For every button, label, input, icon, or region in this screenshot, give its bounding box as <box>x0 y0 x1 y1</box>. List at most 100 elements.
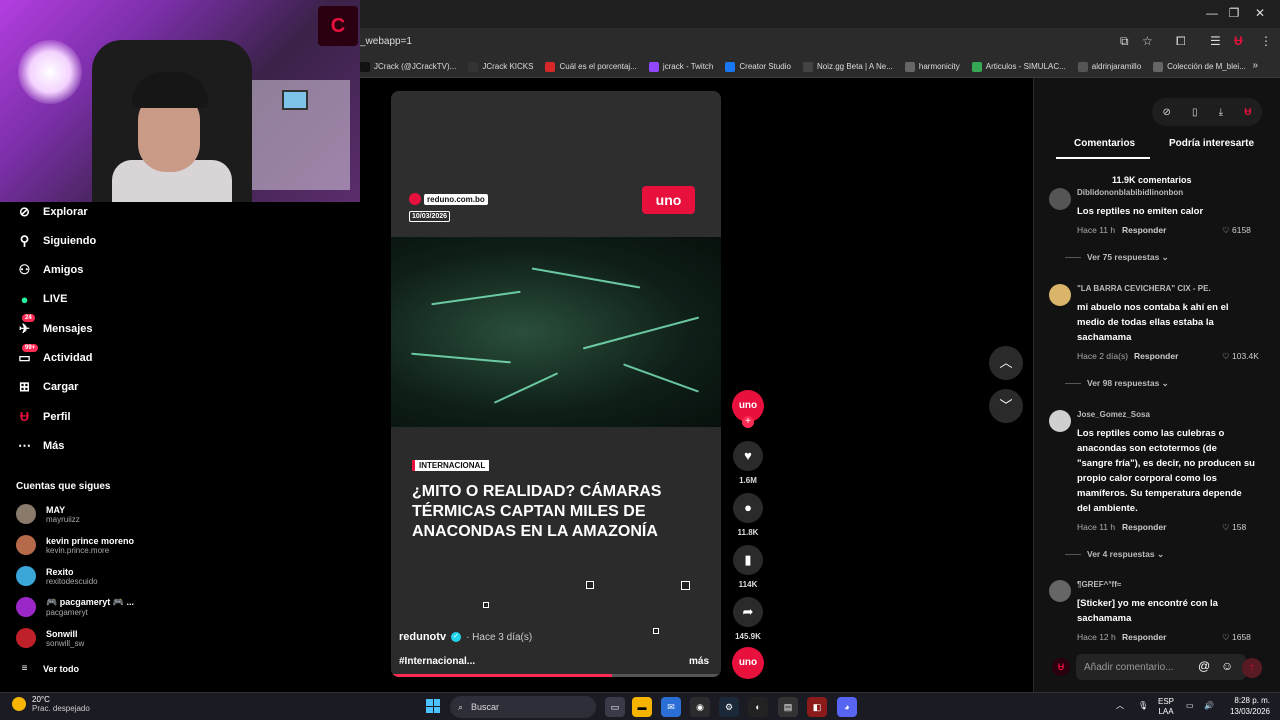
followed-account[interactable]: kevin prince moreno kevin.prince.more <box>16 535 134 555</box>
maximize-icon[interactable]: ❐ <box>1224 6 1244 20</box>
see-all-link[interactable]: ≡ Ver todo <box>16 660 79 677</box>
volume-icon[interactable]: 🔊 <box>1204 701 1214 711</box>
close-icon[interactable]: ✕ <box>1250 6 1270 20</box>
discord-icon[interactable]: ◕ <box>837 697 857 717</box>
comment-button[interactable]: ● <box>733 493 763 523</box>
sidebar-item-live[interactable]: ● LIVE <box>16 291 68 308</box>
comment-input[interactable] <box>1084 659 1189 675</box>
followed-account[interactable]: Rexito rexitodescuido <box>16 566 98 586</box>
followed-account[interactable]: MAY mayruiizz <box>16 504 80 524</box>
commenter-name[interactable]: Jose_Gomez_Sosa <box>1077 410 1150 419</box>
language-indicator[interactable]: ESP LAA <box>1158 697 1174 717</box>
bookmark-item[interactable]: Colección de M_blei... <box>1153 61 1246 72</box>
comment-icon: ● <box>744 500 752 515</box>
tray-overflow-icon[interactable]: ︿ <box>1116 701 1124 711</box>
install-app-icon[interactable]: ⧉ <box>1120 34 1129 49</box>
sidebar-item-perfil[interactable]: Ʉ Perfil <box>16 408 71 425</box>
account-icon[interactable]: Ʉ <box>1244 107 1251 118</box>
reply-button[interactable]: Responder <box>1122 522 1166 532</box>
clock[interactable]: 8:28 p. m. 13/03/2026 <box>1222 695 1270 717</box>
video-player[interactable]: reduno.com.bo 10/03/2026 uno INTERNACION… <box>391 91 721 677</box>
save-button[interactable]: ▮ <box>733 545 763 575</box>
author-name[interactable]: redunotv <box>399 631 446 643</box>
chrome-icon[interactable]: ◉ <box>690 697 710 717</box>
task-view-icon[interactable]: ▭ <box>605 697 625 717</box>
commenter-name[interactable]: ¶GREF^°ff≈ <box>1077 580 1121 589</box>
url-text[interactable]: _webapp=1 <box>360 36 412 47</box>
tab-comments[interactable]: Comentarios <box>1074 138 1135 149</box>
share-button[interactable]: ➦ <box>733 597 763 627</box>
bookmarks-overflow-icon[interactable]: » <box>1252 60 1258 71</box>
network-icon[interactable]: ▭ <box>1186 701 1194 711</box>
next-video-button[interactable]: ﹀ <box>989 389 1023 423</box>
reply-button[interactable]: Responder <box>1134 351 1178 361</box>
follow-plus-icon[interactable]: + <box>742 416 754 428</box>
tab-might-interest[interactable]: Podría interesarte <box>1169 138 1254 149</box>
commenter-avatar[interactable] <box>1049 580 1071 602</box>
view-replies-button[interactable]: Ver 4 respuestas ⌄ <box>1065 549 1164 560</box>
comment-like-button[interactable]: ♡ 6158 <box>1222 225 1251 236</box>
emoji-icon[interactable]: ☺ <box>1221 659 1233 673</box>
app-icon[interactable]: ▤ <box>778 697 798 717</box>
mobile-icon[interactable]: ▯ <box>1192 107 1198 118</box>
followed-account[interactable]: 🎮 pacgameryt 🎮 ... pacgameryt <box>16 597 134 617</box>
editor-icon[interactable]: ◧ <box>807 697 827 717</box>
commenter-name[interactable]: "LA BARRA CEVICHERA" CIX - PE. <box>1077 284 1211 293</box>
star-icon[interactable]: ☆ <box>1142 34 1153 48</box>
embed-icon[interactable]: ⊘ <box>1163 107 1171 118</box>
media-icon[interactable]: ☰ <box>1210 34 1221 48</box>
comment-input-box[interactable]: @ ☺ <box>1076 654 1246 680</box>
menu-icon[interactable]: ⋮ <box>1260 34 1272 48</box>
author-row[interactable]: redunotv ✓ · Hace 3 día(s) <box>399 631 532 643</box>
sidebar-item-más[interactable]: ⋯ Más <box>16 437 64 454</box>
bookmark-item[interactable]: jcrack - Twitch <box>648 61 713 72</box>
commenter-name[interactable]: Diblidononblabibidlinonbon <box>1077 188 1183 197</box>
mail-icon[interactable]: ✉ <box>661 697 681 717</box>
comment-like-button[interactable]: ♡ 158 <box>1222 522 1246 533</box>
commenter-avatar[interactable] <box>1049 410 1071 432</box>
bookmark-item[interactable]: aldrinjaramillo <box>1077 61 1141 72</box>
reply-button[interactable]: Responder <box>1122 225 1166 235</box>
mention-icon[interactable]: @ <box>1198 659 1210 673</box>
sidebar-item-amigos[interactable]: ⚇ Amigos <box>16 262 84 279</box>
windows-start-icon[interactable] <box>426 699 440 713</box>
sidebar-item-explorar[interactable]: ⊘ Explorar <box>16 203 88 220</box>
sidebar-item-siguiendo[interactable]: ⚲ Siguiendo <box>16 232 96 249</box>
previous-video-button[interactable]: ︿ <box>989 346 1023 380</box>
bookmark-item[interactable]: JCrack KICKS <box>468 61 533 72</box>
commenter-avatar[interactable] <box>1049 188 1071 210</box>
comment-like-button[interactable]: ♡ 103.4K <box>1222 351 1259 362</box>
taskbar-search[interactable]: ⌕ Buscar <box>450 696 596 718</box>
extensions-icon[interactable]: ⧠ <box>1176 34 1186 49</box>
video-header-area: reduno.com.bo 10/03/2026 uno <box>391 91 721 237</box>
sidebar-item-mensajes[interactable]: ✈ 24 Mensajes <box>16 314 93 337</box>
weather-widget[interactable]: 20°C Prac. despejado <box>12 695 90 713</box>
file-explorer-icon[interactable]: ▬ <box>632 697 652 717</box>
sidebar-item-actividad[interactable]: ▭ 99+ Actividad <box>16 343 93 367</box>
download-icon[interactable]: ⤓ <box>1219 107 1223 118</box>
microphone-icon[interactable]: 🎙 <box>1138 701 1148 711</box>
bookmark-item[interactable]: Noiz.gg Beta | A Ne... <box>802 61 893 72</box>
bookmark-item[interactable]: JCrack (@JCrackTV)... <box>360 61 456 72</box>
followed-account[interactable]: Sonwill sonwill_sw <box>16 628 84 648</box>
video-progress-bar[interactable] <box>391 674 721 677</box>
profile-avatar-icon[interactable]: Ʉ <box>1234 34 1243 48</box>
video-description[interactable]: #Internacional... <box>399 656 475 667</box>
sidebar-item-cargar[interactable]: ⊞ Cargar <box>16 379 78 396</box>
comment-like-button[interactable]: ♡ 1658 <box>1222 632 1251 643</box>
more-button[interactable]: más <box>689 656 709 667</box>
bookmark-item[interactable]: Cuál es el porcentaj... <box>545 61 637 72</box>
steam-icon[interactable]: ⚙ <box>719 697 739 717</box>
view-replies-button[interactable]: Ver 98 respuestas ⌄ <box>1065 378 1169 389</box>
reply-button[interactable]: Responder <box>1122 632 1166 642</box>
sound-disc[interactable]: uno <box>732 647 764 679</box>
obs-icon[interactable]: ◐ <box>748 697 768 717</box>
minimize-icon[interactable]: — <box>1202 6 1222 20</box>
view-replies-button[interactable]: Ver 75 respuestas ⌄ <box>1065 252 1169 263</box>
bookmark-item[interactable]: harmonicity <box>904 61 960 72</box>
send-comment-button[interactable]: ↑ <box>1242 658 1262 678</box>
bookmark-item[interactable]: Articulos - SIMULAC... <box>971 61 1066 72</box>
commenter-avatar[interactable] <box>1049 284 1071 306</box>
bookmark-item[interactable]: Creator Studio <box>725 61 791 72</box>
like-button[interactable]: ♥ <box>733 441 763 471</box>
